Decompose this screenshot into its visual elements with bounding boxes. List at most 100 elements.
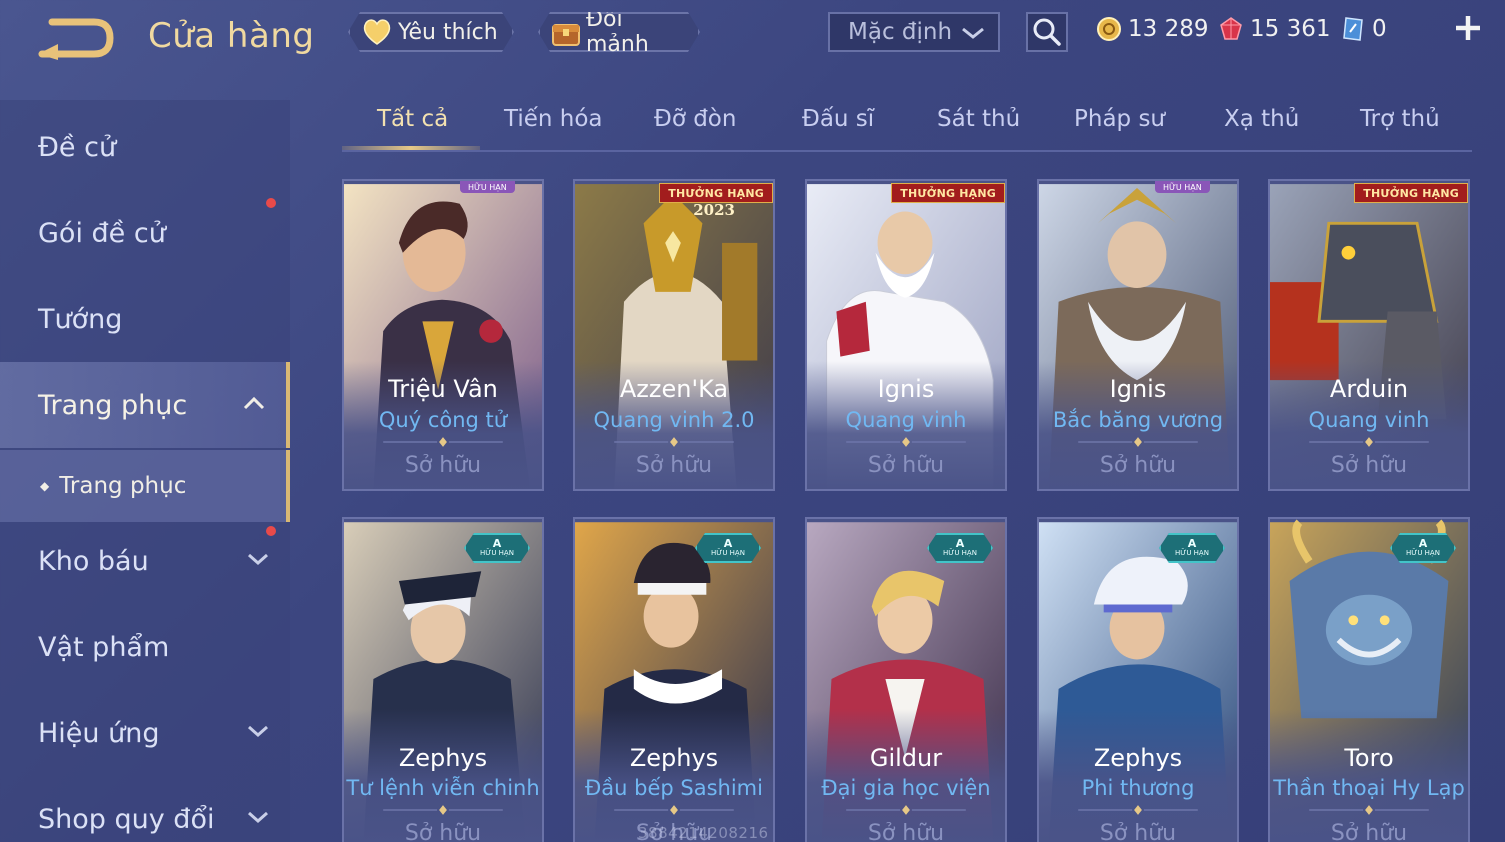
skin-name: Đầu bếp Sashimi — [585, 776, 763, 800]
back-button[interactable] — [36, 14, 116, 60]
tab-marksman[interactable]: Xạ thủ — [1224, 106, 1299, 132]
rank-reward-badge: THƯỞNG HẠNG — [1354, 183, 1468, 203]
search-icon — [1033, 18, 1061, 46]
chevron-down-icon — [248, 725, 268, 738]
skin-card[interactable]: A HỮU HẠN Toro Thần thoại Hy Lạp Sở hữu — [1268, 517, 1470, 842]
sidebar-item-exchange-shop[interactable]: Shop quy đổi — [0, 776, 290, 842]
divider — [383, 805, 503, 815]
sidebar-item-recommended[interactable]: Đề cử — [0, 104, 290, 190]
divider — [614, 805, 734, 815]
sidebar-item-label: Trang phục — [38, 389, 188, 421]
exchange-label: Đổi mảnh — [586, 7, 649, 57]
limited-badge: HỮU HẠN — [1155, 181, 1210, 193]
skin-name: Bắc băng vương — [1052, 408, 1224, 432]
skin-card[interactable]: A HỮU HẠN Zephys Đầu bếp Sashimi Sở hữu — [573, 517, 775, 842]
skin-name: Tư lệnh viễn chinh — [346, 776, 540, 800]
skin-card[interactable]: HỮU HẠN Triệu Vân Quý công tử Sở hữu — [342, 179, 544, 491]
skin-card[interactable]: A HỮU HẠN Zephys Tư lệnh viễn chinh Sở h… — [342, 517, 544, 842]
voucher-icon — [1343, 17, 1363, 41]
add-currency-button[interactable] — [1452, 12, 1484, 44]
skin-card[interactable]: THƯỞNG HẠNG Arduin Quang vinh Sở hữu — [1268, 179, 1470, 491]
sort-dropdown[interactable]: Mặc định — [828, 12, 1000, 52]
rank-reward-badge: THƯỞNG HẠNG — [659, 183, 773, 203]
grade-a-limited-badge: A HỮU HẠN — [1159, 533, 1225, 563]
skin-name: Quang vinh 2.0 — [593, 408, 755, 432]
divider — [614, 437, 734, 447]
category-tabs: Tất cả Tiến hóa Đỡ đòn Đấu sĩ Sát thủ Ph… — [342, 100, 1472, 152]
sidebar-subitem-skins[interactable]: ◆ Trang phục — [0, 450, 290, 522]
owned-status: Sở hữu — [1330, 453, 1408, 478]
skin-card[interactable]: THƯỞNG HẠNG 2023 Azzen'Ka Quang vinh 2.0… — [573, 179, 775, 491]
owned-status: Sở hữu — [635, 453, 713, 478]
bullet-icon: ◆ — [40, 479, 50, 493]
sidebar-item-label: Shop quy đổi — [38, 803, 215, 835]
sidebar: Đề cử Gói đề cử Tướng Trang phục ◆ Trang… — [0, 100, 292, 842]
sidebar-item-label: Tướng — [38, 303, 123, 335]
active-tab-indicator — [342, 146, 480, 150]
year-badge: 2023 — [693, 201, 735, 219]
hero-name: Zephys — [398, 744, 488, 772]
hero-name: Arduin — [1329, 375, 1409, 403]
page-title: Cửa hàng — [148, 16, 315, 56]
sidebar-item-label: Đề cử — [38, 131, 117, 163]
skin-card[interactable]: A HỮU HẠN Zephys Phi thương Sở hữu — [1037, 517, 1239, 842]
exchange-shards-button[interactable]: Đổi mảnh — [538, 12, 700, 52]
gold-coin-icon — [1097, 17, 1121, 41]
divider — [1309, 437, 1429, 447]
tab-fighter[interactable]: Đấu sĩ — [802, 106, 874, 132]
hero-name: Zephys — [629, 744, 719, 772]
grade-a-limited-badge: A HỮU HẠN — [927, 533, 993, 563]
grade-a-limited-badge: A HỮU HẠN — [695, 533, 761, 563]
owned-status: Sở hữu — [1099, 821, 1177, 842]
top-bar: Cửa hàng Yêu thích Đổi mảnh Mặc định 13 … — [0, 0, 1505, 70]
search-button[interactable] — [1026, 12, 1068, 52]
skin-card[interactable]: HỮU HẠN Ignis Bắc băng vương Sở hữu — [1037, 179, 1239, 491]
skin-name: Quý công tử — [378, 408, 508, 432]
divider — [383, 437, 503, 447]
divider — [1078, 437, 1198, 447]
favorites-button[interactable]: Yêu thích — [348, 12, 514, 52]
tab-all[interactable]: Tất cả — [377, 106, 448, 132]
plus-icon — [1456, 16, 1480, 40]
divider — [1309, 805, 1429, 815]
skin-card[interactable]: A HỮU HẠN Gildur Đại gia học viện Sở hữu — [805, 517, 1007, 842]
notification-dot — [266, 198, 276, 208]
hero-name: Gildur — [869, 744, 943, 772]
gold-value: 13 289 — [1128, 16, 1209, 42]
voucher-value: 0 — [1372, 16, 1387, 42]
ruby-balance: 15 361 — [1218, 12, 1330, 46]
hero-name: Ignis — [877, 375, 935, 403]
ruby-value: 15 361 — [1250, 16, 1331, 42]
sidebar-item-label: Hiệu ứng — [38, 717, 160, 749]
chevron-down-icon — [248, 553, 268, 566]
sidebar-item-recommended-packs[interactable]: Gói đề cử — [0, 190, 290, 276]
tab-assassin[interactable]: Sát thủ — [937, 106, 1020, 132]
skin-card[interactable]: THƯỞNG HẠNG Ignis Quang vinh Sở hữu — [805, 179, 1007, 491]
sidebar-item-items[interactable]: Vật phẩm — [0, 604, 290, 690]
chevron-down-icon — [248, 811, 268, 824]
hero-name: Triệu Vân — [388, 375, 498, 403]
sidebar-item-skins[interactable]: Trang phục — [0, 362, 290, 448]
chevron-up-icon — [243, 396, 265, 410]
skin-name: Đại gia học viện — [821, 776, 991, 800]
owned-status: Sở hữu — [404, 821, 482, 842]
tab-tank[interactable]: Đỡ đòn — [654, 106, 736, 132]
sort-selected-value: Mặc định — [848, 19, 953, 45]
divider — [1078, 805, 1198, 815]
tab-evolution[interactable]: Tiến hóa — [504, 106, 603, 132]
owned-status: Sở hữu — [1330, 821, 1408, 842]
sidebar-item-heroes[interactable]: Tướng — [0, 276, 290, 362]
skin-name: Phi thương — [1081, 776, 1195, 800]
owned-status: Sở hữu — [404, 453, 482, 478]
back-arrow-icon — [38, 18, 114, 60]
tab-support[interactable]: Trợ thủ — [1360, 106, 1440, 132]
hero-name: Ignis — [1109, 375, 1167, 403]
skin-name: Quang vinh — [845, 408, 967, 432]
hero-name: Azzen'Ka — [619, 375, 729, 403]
owned-status: Sở hữu — [1099, 453, 1177, 478]
tab-mage[interactable]: Pháp sư — [1074, 106, 1165, 132]
sidebar-item-treasure[interactable]: Kho báu — [0, 518, 290, 604]
skin-name: Thần thoại Hy Lạp — [1273, 776, 1465, 800]
sidebar-item-effects[interactable]: Hiệu ứng — [0, 690, 290, 776]
grade-a-limited-badge: A HỮU HẠN — [464, 533, 530, 563]
